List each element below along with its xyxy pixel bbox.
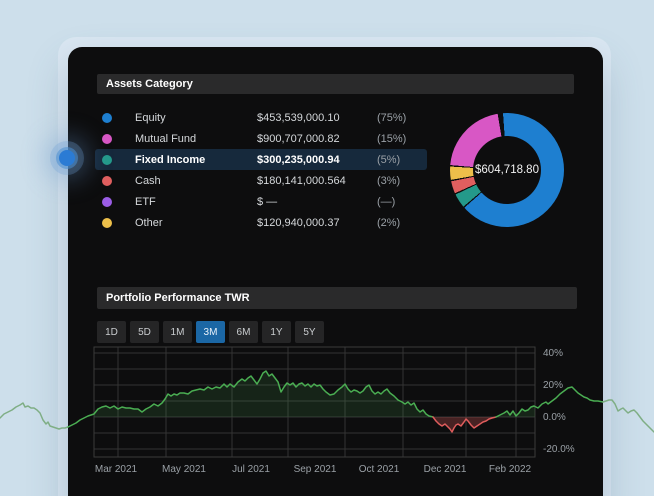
svg-text:Dec 2021: Dec 2021 bbox=[424, 464, 467, 475]
svg-text:-20.0%: -20.0% bbox=[543, 444, 575, 455]
svg-text:40%: 40% bbox=[543, 348, 563, 359]
performance-chart[interactable]: 40% 20% 0.0% -20.0% Mar 2021 May 2021 Jul 2021… bbox=[0, 0, 654, 496]
svg-text:Oct 2021: Oct 2021 bbox=[359, 464, 400, 475]
svg-text:0.0%: 0.0% bbox=[543, 412, 566, 423]
svg-text:Mar 2021: Mar 2021 bbox=[95, 464, 138, 475]
svg-text:Jul 2021: Jul 2021 bbox=[232, 464, 270, 475]
svg-text:Sep 2021: Sep 2021 bbox=[294, 464, 337, 475]
page-background: Assets Category Equity $453,539,000.10 (75… bbox=[0, 0, 654, 496]
svg-text:20%: 20% bbox=[543, 380, 563, 391]
svg-text:May 2021: May 2021 bbox=[162, 464, 206, 475]
highlight-pointer-dot bbox=[59, 150, 75, 166]
svg-text:Feb 2022: Feb 2022 bbox=[489, 464, 532, 475]
